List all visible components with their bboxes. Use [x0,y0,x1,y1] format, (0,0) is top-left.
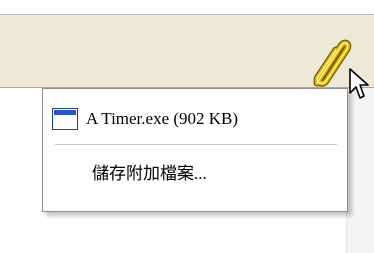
attachment-file-item[interactable]: A Timer.exe (902 KB) [47,101,343,137]
menu-separator [55,144,337,145]
attachment-menu: A Timer.exe (902 KB) 儲存附加檔案... [42,88,348,212]
background-panel [346,88,374,253]
application-window-icon [52,108,78,130]
mouse-cursor-icon [349,68,369,99]
paperclip-icon [313,39,352,87]
save-attachments-item[interactable]: 儲存附加檔案... [47,153,343,189]
window-top-edge [0,0,374,15]
save-attachments-label: 儲存附加檔案... [92,163,207,183]
attachment-file-label: A Timer.exe (902 KB) [86,109,239,128]
attachment-toolbar [0,15,374,88]
